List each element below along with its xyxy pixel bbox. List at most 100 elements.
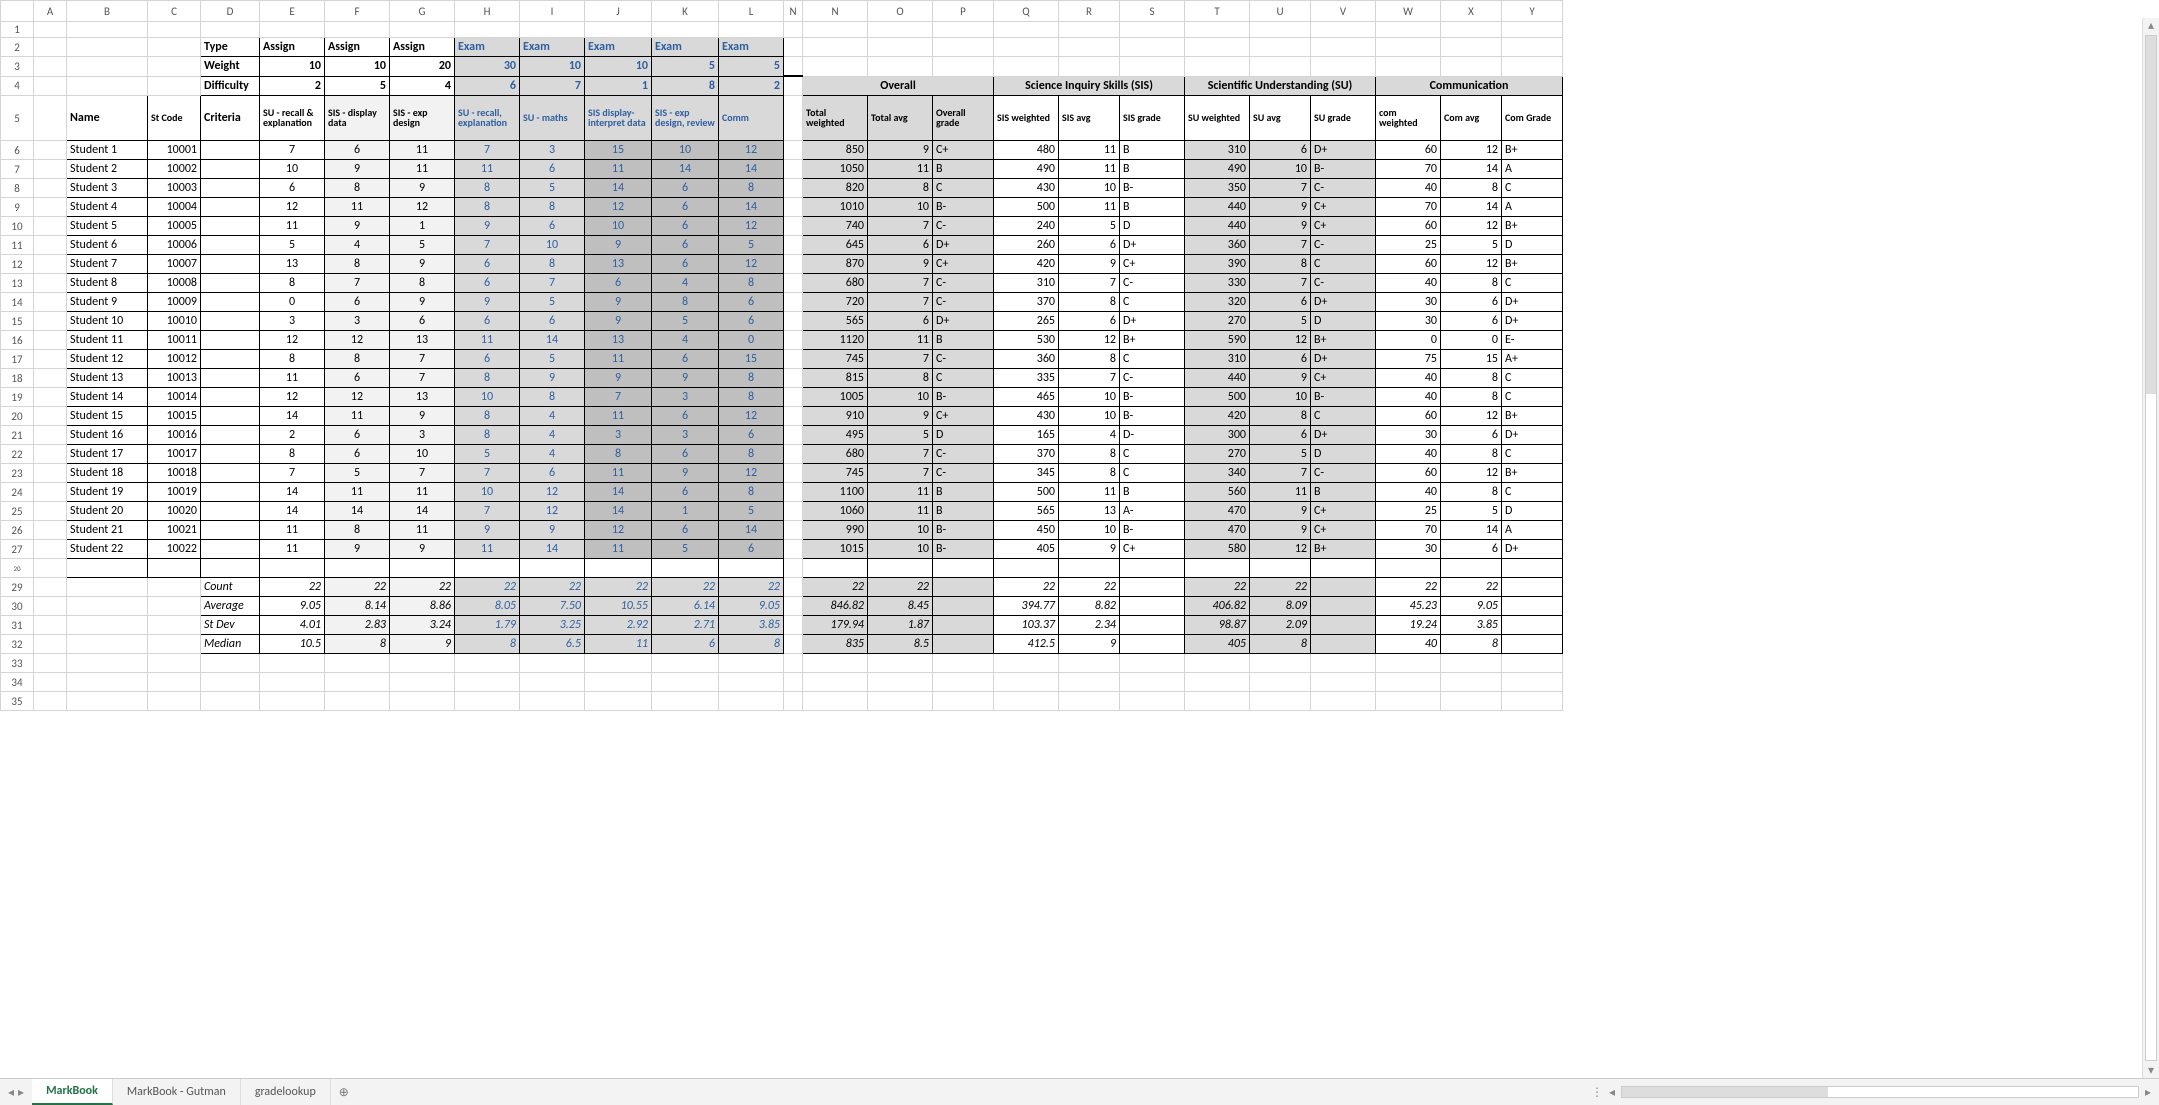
avg-cell[interactable]: 10 <box>868 198 933 217</box>
cell[interactable] <box>1311 559 1376 578</box>
cell[interactable] <box>148 57 201 77</box>
difficulty-cell[interactable]: 2 <box>719 76 784 96</box>
grade-cell[interactable]: C <box>1120 350 1185 369</box>
weighted-cell[interactable]: 1120 <box>803 331 868 350</box>
grade-cell[interactable]: C <box>933 179 994 198</box>
subheader-cell[interactable]: Com avg <box>1441 96 1502 141</box>
student-code[interactable]: 10004 <box>148 198 201 217</box>
stat-cell[interactable]: 40 <box>1376 635 1441 654</box>
avg-cell[interactable]: 12 <box>1441 217 1502 236</box>
stat-cell[interactable] <box>933 616 994 635</box>
weighted-cell[interactable]: 420 <box>994 255 1059 274</box>
grade-cell[interactable]: B- <box>1120 179 1185 198</box>
stat-cell[interactable] <box>1311 635 1376 654</box>
avg-cell[interactable]: 6 <box>1250 141 1311 160</box>
score-cell[interactable]: 6 <box>455 274 520 293</box>
avg-cell[interactable]: 8 <box>1441 179 1502 198</box>
grade-cell[interactable]: C- <box>1311 464 1376 483</box>
weighted-cell[interactable]: 420 <box>1185 407 1250 426</box>
stat-cell[interactable]: 10.5 <box>260 635 325 654</box>
cell[interactable] <box>201 236 260 255</box>
stat-cell[interactable]: 22 <box>520 578 585 597</box>
grade-cell[interactable]: D <box>1502 502 1563 521</box>
cell[interactable] <box>933 692 994 711</box>
stat-cell[interactable]: 8.86 <box>390 597 455 616</box>
cell[interactable] <box>67 578 148 597</box>
subheader-cell[interactable]: SIS grade <box>1120 96 1185 141</box>
row-header[interactable]: 21 <box>1 426 34 445</box>
score-cell[interactable]: 11 <box>260 521 325 540</box>
cell[interactable] <box>784 293 803 312</box>
cell[interactable] <box>148 38 201 57</box>
cell[interactable] <box>201 293 260 312</box>
weighted-cell[interactable]: 350 <box>1185 179 1250 198</box>
score-cell[interactable]: 7 <box>455 236 520 255</box>
scroll-left-icon[interactable]: ◂ <box>1609 1085 1615 1100</box>
score-cell[interactable]: 5 <box>390 236 455 255</box>
avg-cell[interactable]: 6 <box>1441 293 1502 312</box>
avg-cell[interactable]: 14 <box>1441 198 1502 217</box>
weighted-cell[interactable]: 310 <box>994 274 1059 293</box>
cell[interactable] <box>148 616 201 635</box>
select-all-cell[interactable] <box>1 1 34 22</box>
cell[interactable] <box>67 57 148 77</box>
weighted-cell[interactable]: 530 <box>994 331 1059 350</box>
cell[interactable] <box>1376 38 1441 57</box>
column-header[interactable]: T <box>1185 1 1250 22</box>
avg-cell[interactable]: 7 <box>1250 179 1311 198</box>
student-code[interactable]: 10001 <box>148 141 201 160</box>
avg-cell[interactable]: 6 <box>1059 236 1120 255</box>
grade-cell[interactable]: C <box>1502 179 1563 198</box>
row-header[interactable]: 24 <box>1 483 34 502</box>
column-header[interactable]: E <box>260 1 325 22</box>
weighted-cell[interactable]: 405 <box>994 540 1059 559</box>
score-cell[interactable]: 11 <box>585 407 652 426</box>
cell[interactable] <box>325 673 390 692</box>
score-cell[interactable]: 9 <box>585 369 652 388</box>
row-header[interactable]: 27 <box>1 540 34 559</box>
column-header[interactable]: Q <box>994 1 1059 22</box>
grade-cell[interactable]: D <box>1120 217 1185 236</box>
cell[interactable] <box>34 597 67 616</box>
row-header[interactable]: 14 <box>1 293 34 312</box>
stat-cell[interactable]: 22 <box>1441 578 1502 597</box>
cell[interactable] <box>34 76 67 96</box>
cell[interactable] <box>67 38 148 57</box>
stat-cell[interactable]: 22 <box>455 578 520 597</box>
stat-cell[interactable]: 179.94 <box>803 616 868 635</box>
weighted-cell[interactable]: 240 <box>994 217 1059 236</box>
cell[interactable] <box>1185 38 1250 57</box>
weighted-cell[interactable]: 370 <box>994 293 1059 312</box>
subheader-cell[interactable]: SU weighted <box>1185 96 1250 141</box>
stat-cell[interactable]: 22 <box>260 578 325 597</box>
weighted-cell[interactable]: 500 <box>1185 388 1250 407</box>
cell[interactable] <box>1441 57 1502 77</box>
score-cell[interactable]: 5 <box>520 350 585 369</box>
score-cell[interactable]: 9 <box>455 293 520 312</box>
cell[interactable] <box>784 160 803 179</box>
grade-cell[interactable]: C- <box>933 217 994 236</box>
weighted-cell[interactable]: 335 <box>994 369 1059 388</box>
sheet-tab[interactable]: MarkBook <box>32 1079 113 1105</box>
cell[interactable] <box>34 578 67 597</box>
subheader-cell[interactable]: SU avg <box>1250 96 1311 141</box>
avg-cell[interactable]: 8 <box>1441 274 1502 293</box>
stat-cell[interactable]: 3.24 <box>390 616 455 635</box>
weighted-cell[interactable]: 430 <box>994 407 1059 426</box>
cell[interactable] <box>34 635 67 654</box>
score-cell[interactable]: 11 <box>325 198 390 217</box>
grade-cell[interactable]: B <box>1120 160 1185 179</box>
cell[interactable] <box>803 654 868 673</box>
name-header[interactable]: Name <box>67 96 148 141</box>
score-cell[interactable]: 12 <box>719 217 784 236</box>
student-name[interactable]: Student 2 <box>67 160 148 179</box>
grade-cell[interactable]: B- <box>933 521 994 540</box>
score-cell[interactable]: 14 <box>520 540 585 559</box>
score-cell[interactable]: 11 <box>325 483 390 502</box>
row-header[interactable]: 19 <box>1 388 34 407</box>
student-code[interactable]: 10008 <box>148 274 201 293</box>
avg-cell[interactable]: 8 <box>1441 388 1502 407</box>
cell[interactable] <box>1441 654 1502 673</box>
cell[interactable] <box>260 673 325 692</box>
stat-cell[interactable]: 2.09 <box>1250 616 1311 635</box>
